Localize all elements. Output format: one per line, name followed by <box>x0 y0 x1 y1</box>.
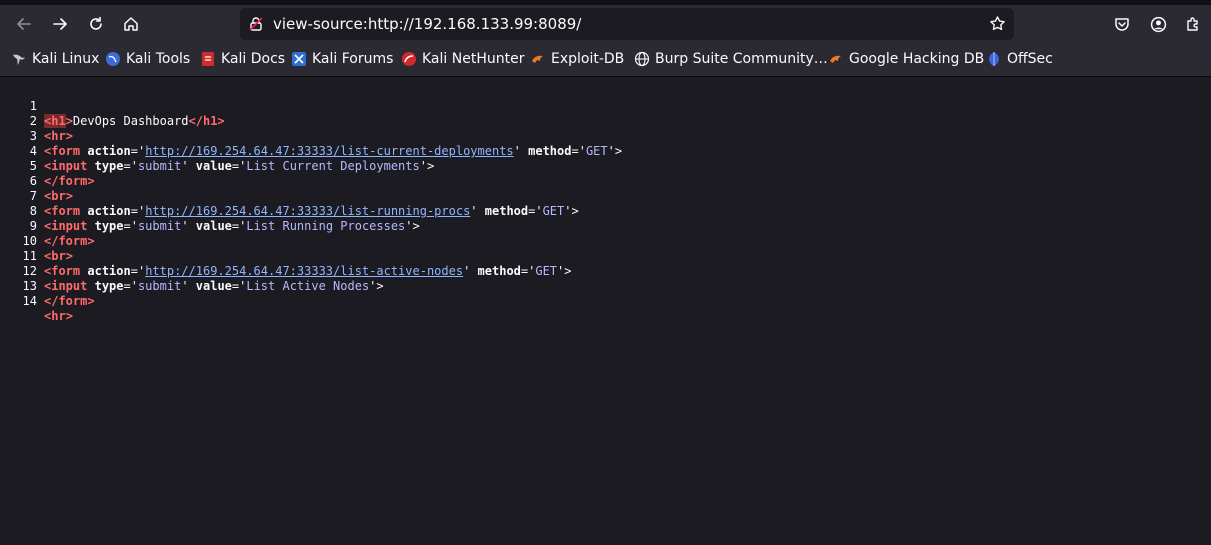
kali-dragon-icon <box>11 51 27 67</box>
puzzle-icon <box>1187 17 1198 31</box>
source-line: 8 <input type='submit' value='List Runni… <box>0 189 1211 233</box>
bookmark-kali-nethunter[interactable]: Kali NetHunter <box>401 49 524 69</box>
url-text[interactable]: view-source:http://192.168.133.99:8089/ <box>273 15 581 33</box>
bookmark-exploit-db[interactable]: Exploit-DB <box>530 49 624 69</box>
source-line: 10 <br> <box>0 219 1211 263</box>
pocket-button[interactable] <box>1107 9 1137 39</box>
bookmark-kali-linux[interactable]: Kali Linux <box>11 49 99 69</box>
bookmark-label: Kali Docs <box>221 51 286 67</box>
view-source-content: 1 <h1>DevOps Dashboard</h1> 2 <hr> 3 <fo… <box>0 84 1211 323</box>
pocket-icon <box>1115 18 1129 31</box>
reload-icon <box>90 16 102 30</box>
source-line: 12 <input type='submit' value='List Acti… <box>0 249 1211 293</box>
kali-forums-icon <box>291 51 307 67</box>
tag-close-bracket: > <box>65 309 73 323</box>
bookmark-kali-docs[interactable]: Kali Docs <box>200 49 285 69</box>
bookmarks-toolbar: Kali Linux Kali Tools Kali Docs Kali For… <box>0 43 1211 77</box>
back-arrow-icon <box>17 18 31 30</box>
bookmark-label: Burp Suite Community… <box>655 51 828 67</box>
bookmark-label: Google Hacking DB <box>849 51 985 67</box>
bookmark-label: Exploit-DB <box>551 51 625 67</box>
exploit-db-icon <box>530 51 546 67</box>
bookmark-label: Kali NetHunter <box>422 51 525 67</box>
insecure-lock-icon[interactable] <box>248 16 264 36</box>
source-line: 14 <hr> <box>0 279 1211 323</box>
bookmark-label: Kali Linux <box>32 51 100 67</box>
bookmark-label: OffSec <box>1007 51 1053 67</box>
bookmark-burp-suite[interactable]: Burp Suite Community… <box>634 49 828 69</box>
back-button[interactable] <box>9 9 39 39</box>
source-line: 11 <form action='http://169.254.64.47:33… <box>0 234 1211 278</box>
extensions-button[interactable] <box>1178 9 1208 39</box>
home-icon <box>124 17 138 31</box>
tag-close-bracket: > <box>87 294 95 308</box>
source-line: 4 <input type='submit' value='List Curre… <box>0 129 1211 173</box>
kali-tools-icon <box>105 51 121 67</box>
bookmark-label: Kali Tools <box>126 51 191 67</box>
bookmark-offsec[interactable]: OffSec <box>986 49 1053 69</box>
offsec-icon <box>986 51 1002 67</box>
forward-arrow-icon <box>53 18 67 30</box>
line-code: </form> <box>44 294 95 309</box>
source-line: 9 </form> <box>0 204 1211 248</box>
reload-button[interactable] <box>81 9 111 39</box>
account-icon <box>1150 16 1166 32</box>
source-line: 2 <hr> <box>0 99 1211 143</box>
bookmark-star-icon[interactable] <box>989 15 1006 36</box>
navigation-toolbar: view-source:http://192.168.133.99:8089/ <box>0 5 1211 43</box>
address-bar[interactable]: view-source:http://192.168.133.99:8089/ <box>240 8 1014 40</box>
source-line: 13 </form> <box>0 264 1211 308</box>
kali-nethunter-icon <box>401 51 417 67</box>
tag-name: form <box>58 294 88 308</box>
bookmark-kali-forums[interactable]: Kali Forums <box>291 49 393 69</box>
bookmark-label: Kali Forums <box>312 51 394 67</box>
source-line: 6 <br> <box>0 159 1211 203</box>
account-button[interactable] <box>1143 9 1173 39</box>
source-line: 3 <form action='http://169.254.64.47:333… <box>0 114 1211 158</box>
globe-icon <box>634 51 650 67</box>
source-line: 5 </form> <box>0 144 1211 188</box>
tag-name: hr <box>51 309 66 323</box>
home-button[interactable] <box>116 9 146 39</box>
bookmark-google-hacking-db[interactable]: Google Hacking DB <box>828 49 984 69</box>
kali-docs-icon <box>200 51 216 67</box>
source-line: 7 <form action='http://169.254.64.47:333… <box>0 174 1211 218</box>
line-code: <hr> <box>44 309 73 324</box>
tag-end-open: </ <box>44 294 59 308</box>
bookmark-kali-tools[interactable]: Kali Tools <box>105 49 190 69</box>
source-line: 1 <h1>DevOps Dashboard</h1> <box>0 84 1211 128</box>
ghdb-icon <box>828 51 844 67</box>
line-number: 14 <box>22 294 37 308</box>
forward-button[interactable] <box>45 9 75 39</box>
